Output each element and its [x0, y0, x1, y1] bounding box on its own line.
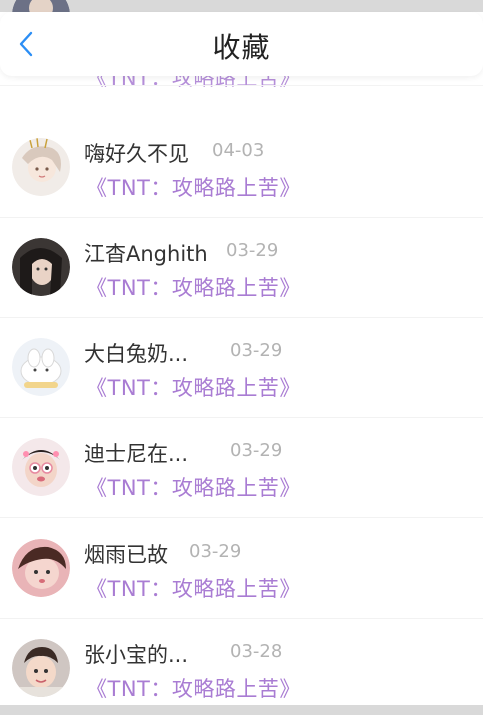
avatar — [12, 539, 70, 597]
item-note: 《TNT：攻略路上苦》 — [86, 677, 301, 701]
item-note: 《TNT：攻略路上苦》 — [86, 176, 301, 200]
item-note: 《TNT：攻略路上苦》 — [86, 276, 301, 300]
avatar — [12, 338, 70, 396]
list-item[interactable]: 嗨好久不见 04-03 《TNT：攻略路上苦》 — [0, 118, 483, 218]
list-item[interactable]: 迪士尼在... 03-29 《TNT：攻略路上苦》 — [0, 418, 483, 518]
item-date: 03-29 — [230, 440, 283, 461]
item-date: 04-03 — [212, 140, 265, 161]
list-item[interactable]: 烟雨已故 03-29 《TNT：攻略路上苦》 — [0, 519, 483, 619]
avatar — [12, 138, 70, 196]
item-note: 《TNT：攻略路上苦》 — [86, 476, 301, 500]
item-username: 嗨好久不见 — [84, 142, 189, 166]
item-date: 03-29 — [226, 240, 279, 261]
item-date: 03-29 — [189, 541, 242, 562]
divider — [0, 85, 483, 86]
item-username: 张小宝的... — [84, 643, 189, 667]
item-note: 《TNT：攻略路上苦》 — [86, 577, 301, 601]
item-username: 大白兔奶... — [84, 342, 189, 366]
list-item[interactable]: 张小宝的... 03-28 《TNT：攻略路上苦》 — [0, 619, 483, 715]
item-username: 烟雨已故 — [84, 543, 168, 567]
favorites-list[interactable]: 《TNT：攻略路上苦》 嗨好久不见 04-03 《TNT：攻略路上苦》 江杳An… — [0, 0, 483, 715]
avatar — [12, 238, 70, 296]
item-username: 迪士尼在... — [84, 442, 189, 466]
item-note: 《TNT：攻略路上苦》 — [86, 376, 301, 400]
bottom-bar — [0, 705, 483, 715]
avatar — [12, 438, 70, 496]
list-item[interactable]: 江杳Anghith 03-29 《TNT：攻略路上苦》 — [0, 218, 483, 318]
item-username: 江杳Anghith — [84, 242, 208, 266]
list-item[interactable]: 大白兔奶... 03-29 《TNT：攻略路上苦》 — [0, 318, 483, 418]
item-date: 03-28 — [230, 641, 283, 662]
item-date: 03-29 — [230, 340, 283, 361]
divider — [0, 517, 483, 518]
top-nav-bar: 收藏 — [0, 12, 483, 76]
page-title: 收藏 — [212, 31, 271, 64]
avatar — [12, 639, 70, 697]
